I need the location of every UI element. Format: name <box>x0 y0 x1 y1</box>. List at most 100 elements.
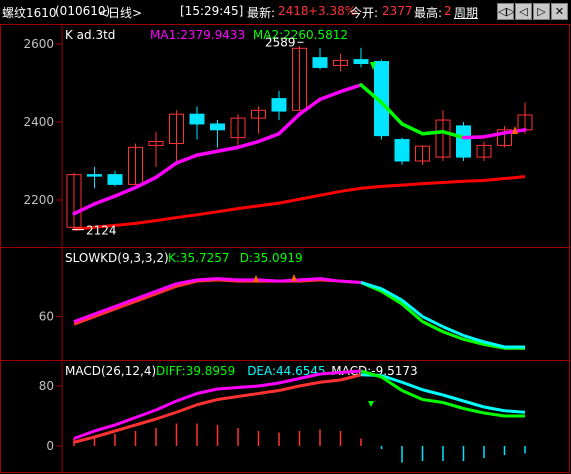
y-tick-label: 2600 <box>23 37 54 51</box>
next-button[interactable]: ▷ <box>533 3 550 20</box>
k-segment <box>217 277 239 282</box>
dea-segment <box>258 389 280 395</box>
open-value: 2377 <box>382 4 413 18</box>
chart-title: K ad.3td <box>65 28 115 42</box>
diff-segment <box>217 386 239 391</box>
ma1-segment <box>461 135 486 140</box>
dea-segment <box>217 395 239 401</box>
y-tick-label: 60 <box>39 310 54 324</box>
title-bar: 螺纹1610 (010610) <日线> [15:29:45] 最新: 2418… <box>0 0 571 24</box>
ma1-segment <box>277 112 302 136</box>
ma1-segment <box>113 185 138 198</box>
latest-value: 2418 <box>278 4 309 18</box>
k-segment <box>196 277 218 282</box>
k-segment <box>340 279 362 284</box>
ma1-segment <box>72 202 97 216</box>
diff-segment <box>134 408 157 419</box>
y-tick-label: 0 <box>46 439 54 453</box>
legend-item: D:35.0919 <box>240 251 303 265</box>
ma1-segment <box>297 97 322 116</box>
ma1-segment <box>482 131 507 139</box>
diff-segment <box>155 399 178 412</box>
high-value: 2 <box>444 4 452 18</box>
ma1-segment <box>195 149 220 157</box>
diff-segment <box>401 389 424 401</box>
candle-body <box>107 174 123 185</box>
ma1-segment <box>133 175 158 190</box>
candle-body <box>271 98 287 112</box>
diff-segment <box>94 423 116 433</box>
y-tick-label: 2200 <box>23 193 54 207</box>
open-label: 今开: <box>350 6 379 20</box>
diff-segment <box>442 401 464 410</box>
candle-body <box>189 113 205 125</box>
symbol-name: 螺纹1610 <box>2 6 57 20</box>
buy-signal-icon <box>291 274 297 281</box>
ma1-segment <box>92 194 117 206</box>
ma1-segment <box>338 83 363 94</box>
dea-segment <box>463 399 485 409</box>
ma1-segment <box>154 161 179 180</box>
ma1-segment <box>256 131 281 144</box>
kline-chart-area[interactable]: 260024002200K ad.3td MA1:2379.9433 MA2:226… <box>0 24 571 474</box>
diff-segment <box>237 384 259 389</box>
ma1-segment <box>215 145 240 153</box>
dea-segment <box>155 410 177 421</box>
diff-segment <box>422 398 444 404</box>
candle-body <box>456 125 471 158</box>
dea-segment <box>483 405 505 413</box>
ma1-segment <box>318 89 343 102</box>
high-label: 最高: <box>414 6 443 20</box>
diff-segment <box>114 416 137 427</box>
period-label[interactable]: <日线> <box>98 4 142 21</box>
dea-segment <box>401 380 424 392</box>
chart-title: SLOWKD(9,3,3,2) <box>65 251 169 265</box>
expand-button[interactable]: ◁▷ <box>497 3 515 20</box>
dea-segment <box>299 380 321 388</box>
dea-segment <box>135 417 157 427</box>
dea-segment <box>278 384 300 392</box>
high-price-label: 2589 <box>265 35 296 49</box>
chart-title: MACD(26,12,4) <box>65 364 156 378</box>
candle-body <box>210 123 225 131</box>
k-segment <box>258 278 280 283</box>
k-segment <box>299 277 321 282</box>
change-percent: +3.38% <box>308 4 357 18</box>
ma1-segment <box>420 130 445 136</box>
dea-segment <box>175 403 198 414</box>
prev-button[interactable]: ◁ <box>515 3 532 20</box>
legend-item: MA1:2379.9433 <box>150 28 245 42</box>
diff-segment <box>483 411 505 418</box>
low-price-label: 2124 <box>86 224 117 238</box>
dea-segment <box>504 409 526 414</box>
dea-segment <box>442 393 464 403</box>
close-button[interactable]: ✕ <box>551 3 568 20</box>
y-tick-label: 2400 <box>23 115 54 129</box>
dea-segment <box>94 429 116 439</box>
dea-segment <box>114 423 136 433</box>
dea-segment <box>237 392 259 398</box>
quote-time: [15:29:45] <box>180 4 244 18</box>
candle-body <box>312 57 328 68</box>
ma1-segment <box>400 122 425 136</box>
diff-segment <box>278 377 300 385</box>
dea-segment <box>319 378 341 384</box>
y-tick-label: 80 <box>39 379 54 393</box>
ma1-segment <box>174 153 199 165</box>
legend-item: K:35.7257 <box>168 251 230 265</box>
candle-body <box>87 174 102 177</box>
diff-segment <box>196 387 218 395</box>
candle-body <box>353 59 369 64</box>
ma1-segment <box>236 139 261 150</box>
diff-segment <box>319 371 341 376</box>
diff-segment <box>175 392 198 403</box>
sell-signal-icon <box>368 401 374 407</box>
dea-segment <box>196 398 218 407</box>
dea-segment <box>422 388 444 397</box>
legend-item: DIFF:39.8959 <box>156 364 235 378</box>
latest-label: 最新: <box>247 6 276 20</box>
diff-segment <box>463 407 485 415</box>
diff-segment <box>258 381 280 388</box>
period-link[interactable]: 周期 <box>454 4 478 21</box>
candle-body <box>394 139 410 162</box>
